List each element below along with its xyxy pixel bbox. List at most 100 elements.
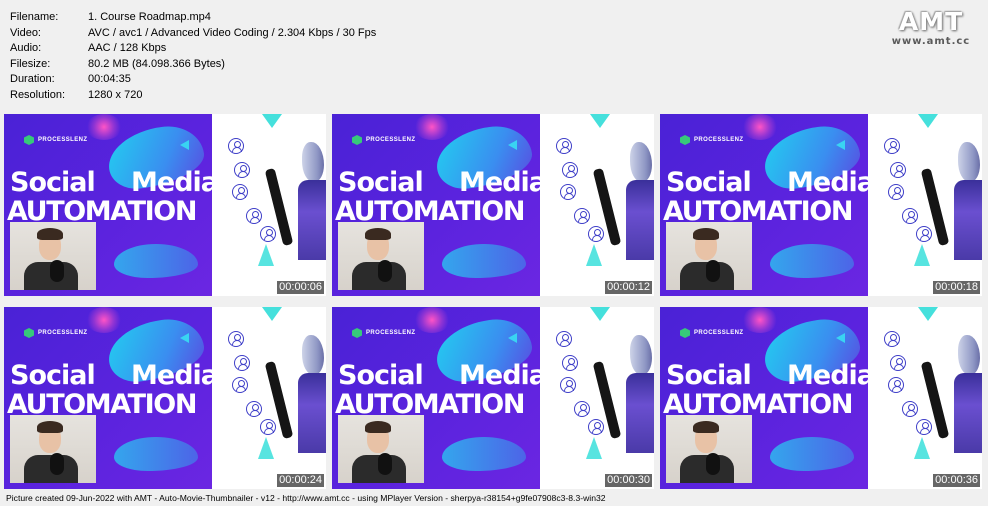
slide-title-line-2: AUTOMATION [663, 389, 853, 420]
user-circle-icon [884, 138, 900, 154]
user-circle-icon [884, 331, 900, 347]
slide-title-line-1: Social Media [666, 167, 875, 198]
slide-brand: PROCESSLENZ [680, 328, 743, 338]
pink-glow [414, 114, 450, 140]
blue-blob [770, 437, 854, 471]
user-circle-icon [890, 162, 906, 178]
thumbnail-timecode: 00:00:12 [605, 281, 652, 294]
triangle-icon [180, 333, 189, 343]
file-info-label: Filesize: [10, 57, 51, 70]
user-circle-icon [246, 401, 262, 417]
footer-credit: Picture created 09-Jun-2022 with AMT - A… [6, 493, 606, 503]
slide-title-word: Social [10, 360, 96, 391]
triangle-icon [836, 333, 845, 343]
robot-body [298, 180, 326, 260]
user-circle-icon [588, 226, 604, 242]
slide-brand-text: PROCESSLENZ [694, 137, 744, 143]
user-circle-icon [560, 184, 576, 200]
slide-title-word: Media [787, 167, 875, 198]
file-info-label: Audio: [10, 42, 42, 54]
triangle-icon [508, 140, 517, 150]
slide-title-line-1: Social Media [666, 360, 875, 391]
user-circle-icon [234, 355, 250, 371]
slide-title-line-1: Social Media [338, 167, 547, 198]
slide-title-word: Social [338, 167, 424, 198]
blue-blob [442, 244, 526, 278]
thumbnail-timecode: 00:00:18 [933, 281, 980, 294]
user-circle-icon [902, 208, 918, 224]
thumbnail-timecode: 00:00:30 [605, 474, 652, 487]
video-thumbnail[interactable]: PROCESSLENZ Social Media AUTOMATION 00:0 [332, 307, 654, 489]
processlenz-logo-icon [680, 135, 690, 145]
slide-brand-text: PROCESSLENZ [366, 137, 416, 143]
user-circle-icon [588, 419, 604, 435]
file-info-value: 1. Course Roadmap.mp4 [88, 11, 211, 23]
user-circle-icon [916, 419, 932, 435]
cyan-triangle-icon [918, 307, 938, 321]
slide-robot-panel [212, 307, 326, 489]
slide-title-word: Media [131, 360, 219, 391]
thumbnail-grid: PROCESSLENZ Social Media AUTOMATION 00:0 [4, 114, 982, 489]
microphone-icon [50, 260, 64, 282]
pink-glow [414, 307, 450, 333]
slide-title-word: Social [338, 360, 424, 391]
user-circle-icon [234, 162, 250, 178]
webcam-overlay [338, 222, 424, 290]
slide-title-word: Social [666, 167, 752, 198]
blue-blob [770, 244, 854, 278]
presenter-hair [693, 421, 719, 433]
user-circle-icon [562, 355, 578, 371]
slide-brand: PROCESSLENZ [24, 328, 87, 338]
slide-title-line-2: AUTOMATION [7, 389, 197, 420]
video-thumbnail[interactable]: PROCESSLENZ Social Media AUTOMATION 00:0 [4, 114, 326, 296]
cyan-shard-icon [258, 437, 274, 459]
robot-body [954, 373, 982, 453]
processlenz-logo-icon [24, 135, 34, 145]
file-info-row: Video: AVC / avc1 / Advanced Video Codin… [10, 26, 376, 42]
user-circle-icon [902, 401, 918, 417]
thumbnail-timecode: 00:00:06 [277, 281, 324, 294]
user-circle-icon [890, 355, 906, 371]
user-circle-icon [232, 184, 248, 200]
webcam-overlay [10, 415, 96, 483]
microphone-icon [706, 453, 720, 475]
file-info-row: Duration: 00:04:35 [10, 72, 376, 88]
file-info-label: Duration: [10, 73, 55, 85]
slide-brand-text: PROCESSLENZ [38, 330, 88, 336]
thumbnail-timecode: 00:00:36 [933, 474, 980, 487]
presenter-hair [365, 421, 391, 433]
user-circle-icon [556, 331, 572, 347]
slide-title-word: Social [666, 360, 752, 391]
file-info-value: AVC / avc1 / Advanced Video Coding / 2.3… [88, 26, 377, 39]
slide-brand-text: PROCESSLENZ [366, 330, 416, 336]
robot-head [958, 142, 980, 182]
slide-brand: PROCESSLENZ [352, 328, 415, 338]
webcam-overlay [10, 222, 96, 290]
user-circle-icon [556, 138, 572, 154]
robot-body [626, 373, 654, 453]
user-circle-icon [228, 331, 244, 347]
slide-title-line-2: AUTOMATION [335, 196, 525, 227]
webcam-overlay [666, 415, 752, 483]
user-circle-icon [888, 377, 904, 393]
robot-body [954, 180, 982, 260]
video-thumbnail[interactable]: PROCESSLENZ Social Media AUTOMATION 00:0 [660, 114, 982, 296]
slide-title-word: Media [131, 167, 219, 198]
microphone-icon [378, 260, 392, 282]
processlenz-logo-icon [24, 328, 34, 338]
cyan-triangle-icon [918, 114, 938, 128]
presenter-hair [365, 228, 391, 240]
slide-title-line-1: Social Media [338, 360, 547, 391]
file-info-label: Video: [10, 26, 41, 39]
slide-title-word: Media [459, 360, 547, 391]
webcam-overlay [338, 415, 424, 483]
video-thumbnail[interactable]: PROCESSLENZ Social Media AUTOMATION 00:0 [332, 114, 654, 296]
video-thumbnail[interactable]: PROCESSLENZ Social Media AUTOMATION 00:0 [660, 307, 982, 489]
slide-title-line-1: Social Media [10, 360, 219, 391]
slide-brand: PROCESSLENZ [24, 135, 87, 145]
processlenz-logo-icon [680, 328, 690, 338]
blue-blob [114, 437, 198, 471]
video-thumbnail[interactable]: PROCESSLENZ Social Media AUTOMATION 00:0 [4, 307, 326, 489]
user-circle-icon [574, 401, 590, 417]
thumbnail-timecode: 00:00:24 [277, 474, 324, 487]
